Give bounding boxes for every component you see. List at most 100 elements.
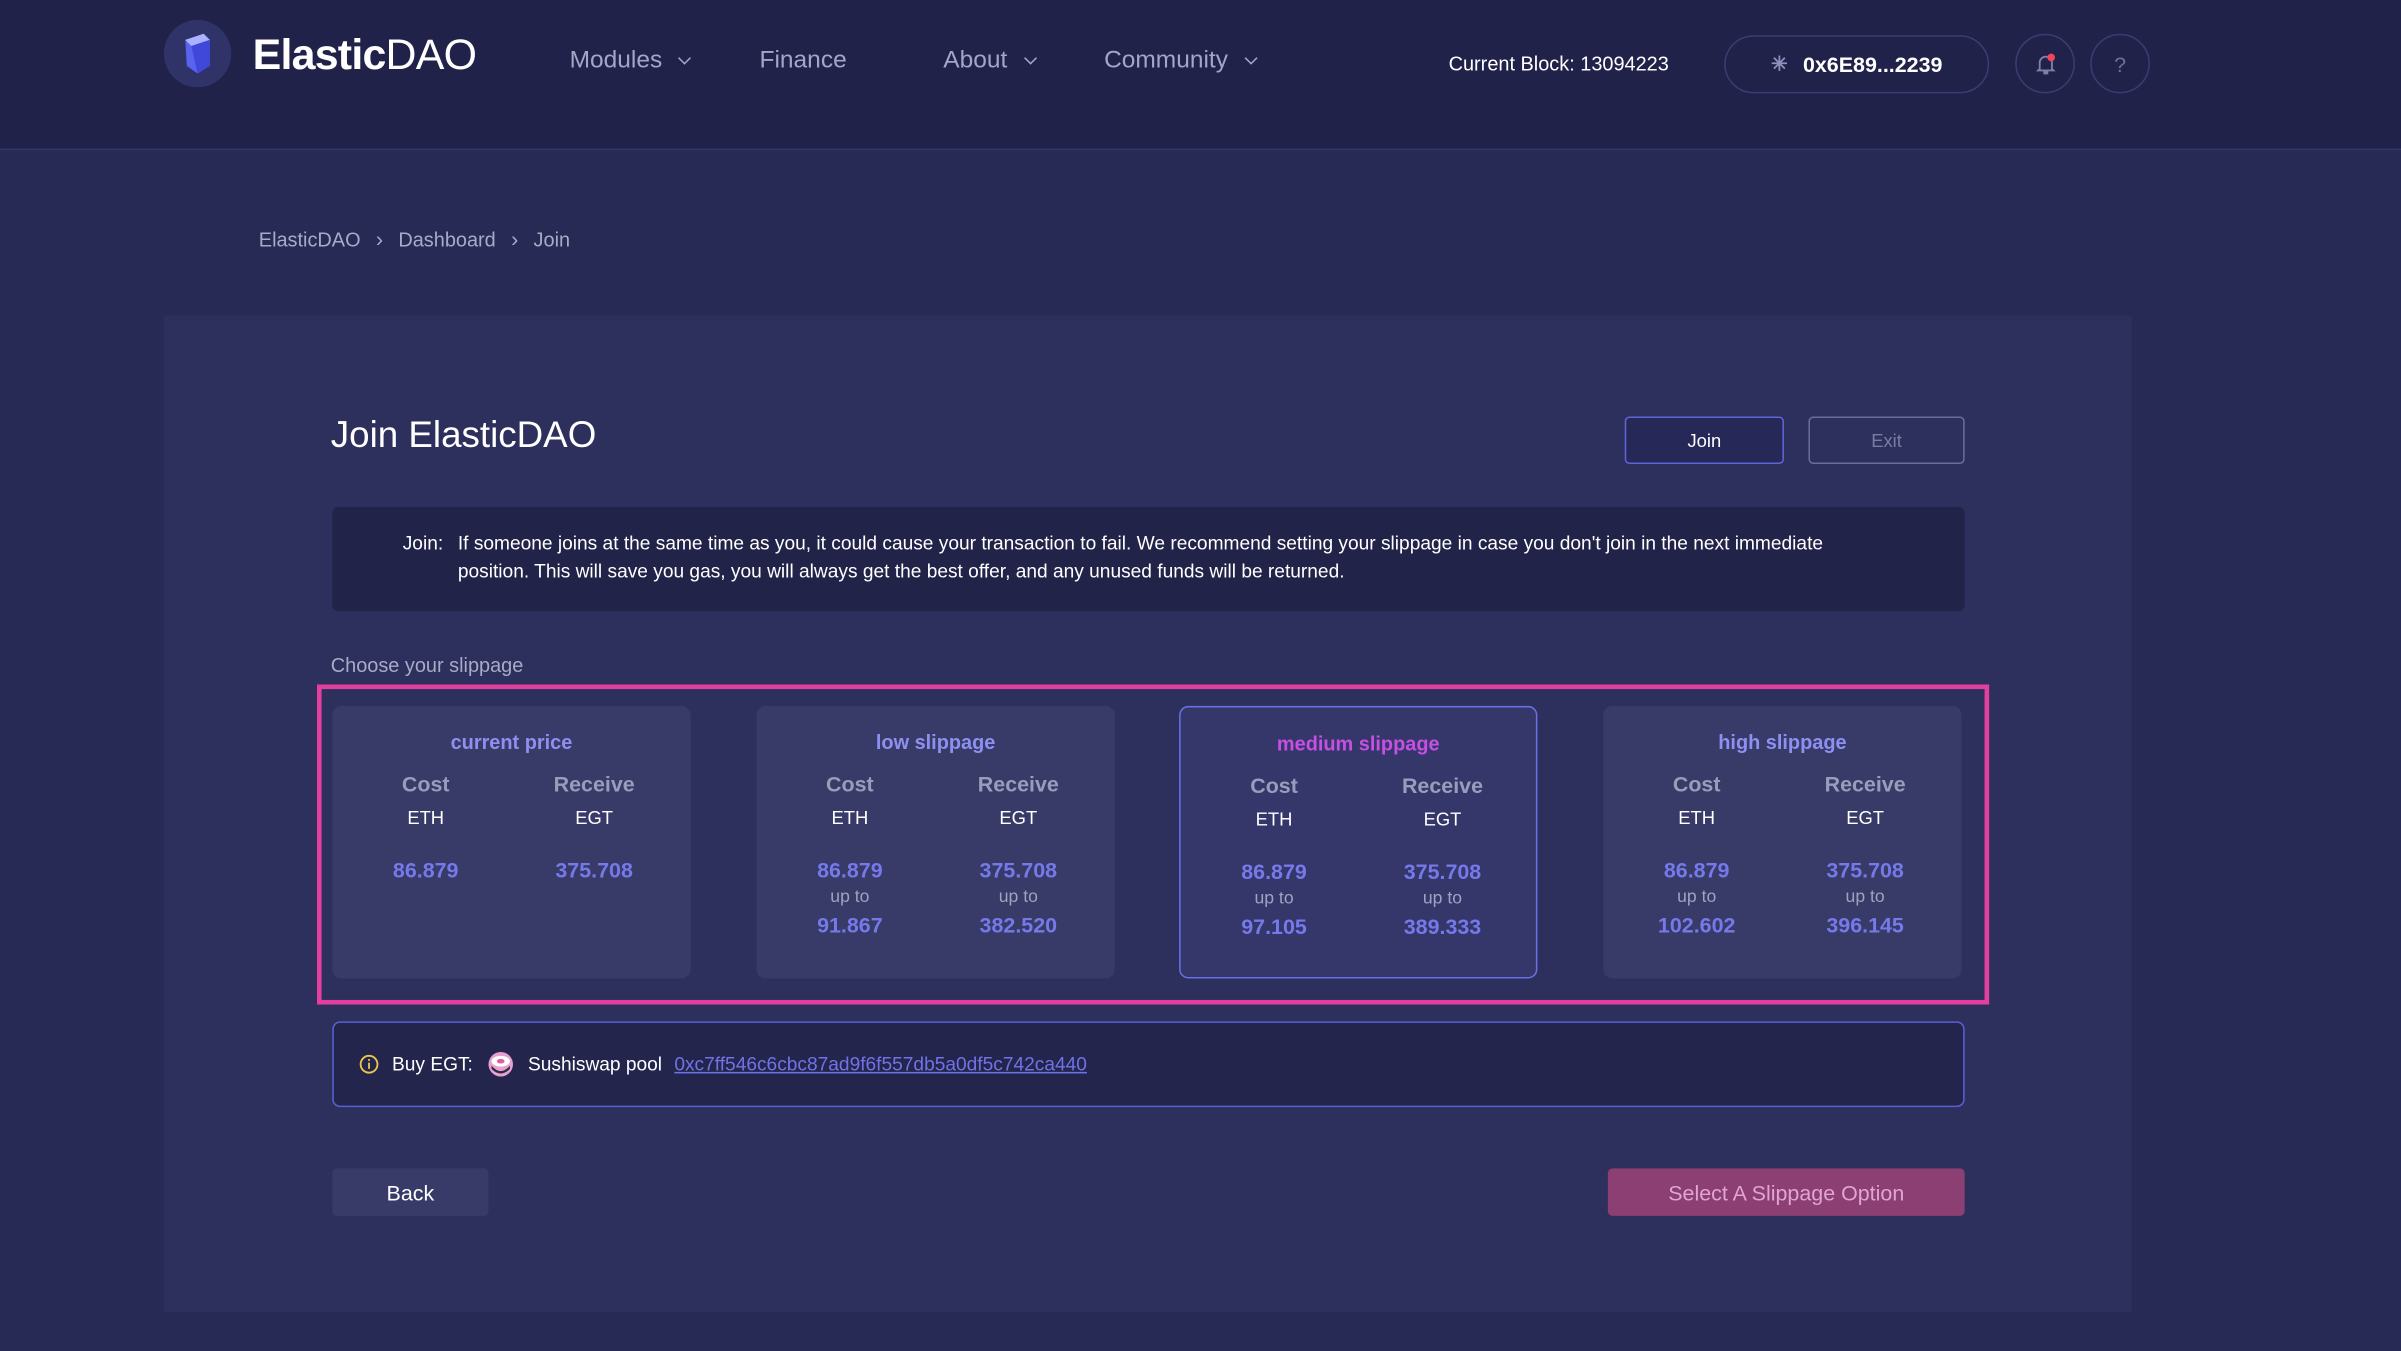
breadcrumb: ElasticDAO › Dashboard › Join [259,227,570,252]
receive-max-value: 389.333 [1403,914,1482,939]
cost-label: Cost [826,771,874,797]
pool-label: Sushiswap pool [527,1053,663,1075]
up-to-label: up to [1677,888,1717,907]
nav-modules[interactable]: Modules [569,47,692,75]
cost-unit: ETH [407,806,445,829]
receive-max-value: 396.145 [1826,912,1904,938]
receive-max-value: 382.520 [979,912,1058,938]
wallet-spinner-icon: ✳ [1770,52,1788,76]
receive-max-value [510,913,678,944]
slippage-card-current-price[interactable]: current price Cost ETH 86.879 Receive EG… [332,705,691,979]
cost-label: Cost [1672,771,1721,797]
elasticdao-logo-icon[interactable] [163,19,232,88]
cost-column: Cost ETH 86.879 up to 97.105 [1190,773,1358,945]
up-to-label: up to [998,888,1038,907]
up-to-label: up to [1254,889,1294,909]
cost-value: 86.879 [392,857,459,883]
help-button[interactable]: ? [2090,33,2150,94]
receive-column: Receive EGT 375.708 up to 389.333 [1358,773,1526,945]
slippage-card-high-slippage[interactable]: high slippage Cost ETH 86.879 up to 102.… [1603,705,1962,979]
up-to-label: up to [1845,888,1885,907]
cost-value: 86.879 [817,857,883,883]
info-icon [359,1054,379,1074]
info-label: Join: [402,532,444,555]
cost-max-value: 102.602 [1657,912,1736,938]
chevron-right-icon: › [375,226,384,252]
nav-label: About [943,47,1008,74]
up-to-label [341,888,509,913]
cost-label: Cost [1250,773,1298,798]
notifications-button[interactable] [2015,33,2075,94]
cost-unit: ETH [1255,808,1293,830]
pool-address-link[interactable]: 0xc7ff546c6cbc87ad9f6f557db5a0df5c742ca4… [674,1054,1087,1075]
wallet-button[interactable]: ✳ 0x6E89...2239 [1724,35,1990,94]
card-title: medium slippage [1276,731,1440,755]
receive-value: 375.708 [979,857,1058,883]
help-icon: ? [2114,51,2127,76]
slippage-card-medium-slippage[interactable]: medium slippage Cost ETH 86.879 up to 97… [1179,705,1538,979]
choose-slippage-label: Choose your slippage [330,653,524,677]
receive-unit: EGT [1846,806,1885,829]
card-title: low slippage [875,730,996,754]
nav-label: Community [1104,47,1228,74]
buy-egt-label: Buy EGT: [392,1053,473,1075]
receive-column: Receive EGT 375.708 [510,772,678,944]
cost-max-value [341,913,509,944]
nav-finance[interactable]: Finance [760,47,847,75]
nav-community[interactable]: Community [1104,47,1258,75]
wallet-address: 0x6E89...2239 [1802,52,1943,77]
receive-column: Receive EGT 375.708 up to 396.145 [1781,772,1949,944]
receive-column: Receive EGT 375.708 up to 382.520 [934,772,1102,944]
receive-value: 375.708 [1403,859,1482,884]
exit-tab-button[interactable]: Exit [1808,416,1965,464]
brand-name[interactable]: ElasticDAO [253,31,477,80]
receive-unit: EGT [1423,808,1462,830]
breadcrumb-dashboard[interactable]: Dashboard [398,227,495,250]
cost-column: Cost ETH 86.879 up to 91.867 [766,772,934,944]
nav-label: Finance [759,47,847,74]
receive-label: Receive [1824,771,1906,797]
up-to-label: up to [830,888,870,907]
nav-label: Modules [569,47,663,74]
chevron-down-icon [1023,51,1037,65]
cost-max-value: 97.105 [1241,914,1307,939]
receive-label: Receive [1401,773,1484,798]
nav-about[interactable]: About [943,47,1037,75]
receive-value: 375.708 [555,857,633,883]
cost-value: 86.879 [1663,857,1730,883]
cost-value: 86.879 [1241,859,1307,884]
brand-bold: Elastic [252,30,387,79]
breadcrumb-elasticdao[interactable]: ElasticDAO [259,227,361,250]
brand-light: DAO [385,30,477,79]
receive-label: Receive [977,771,1059,797]
card-title: current price [450,730,573,754]
buy-egt-box: Buy EGT: Sushiswap pool 0xc7ff546c6cbc87… [332,1021,1965,1108]
receive-value: 375.708 [1826,857,1904,883]
cost-max-value: 91.867 [817,912,883,938]
join-info-box: Join: If someone joins at the same time … [332,506,1965,611]
breadcrumb-join: Join [533,227,571,251]
up-to-label: up to [1422,889,1463,909]
cost-column: Cost ETH 86.879 up to 102.602 [1612,772,1780,944]
cost-label: Cost [401,771,450,797]
slippage-card-low-slippage[interactable]: low slippage Cost ETH 86.879 up to 91.86… [756,705,1115,979]
select-slippage-button[interactable]: Select A Slippage Option [1607,1168,1965,1216]
chevron-down-icon [678,51,692,65]
up-to-label [510,888,678,913]
receive-unit: EGT [999,806,1038,829]
cost-unit: ETH [1678,806,1716,829]
cost-column: Cost ETH 86.879 [341,772,509,944]
top-nav: ElasticDAO Modules Finance About Communi… [0,0,2401,151]
join-tab-button[interactable]: Join [1624,416,1784,464]
chevron-right-icon: › [511,226,519,252]
cost-unit: ETH [831,806,869,829]
card-title: high slippage [1718,730,1847,754]
receive-label: Receive [553,771,635,797]
receive-unit: EGT [575,806,614,829]
chevron-down-icon [1244,51,1258,65]
back-button[interactable]: Back [332,1168,489,1216]
bell-icon [2035,52,2055,74]
current-block: Current Block: 13094223 [1448,52,1669,76]
page-title: Join ElasticDAO [330,414,597,457]
info-text: If someone joins at the same time as you… [457,532,1824,582]
